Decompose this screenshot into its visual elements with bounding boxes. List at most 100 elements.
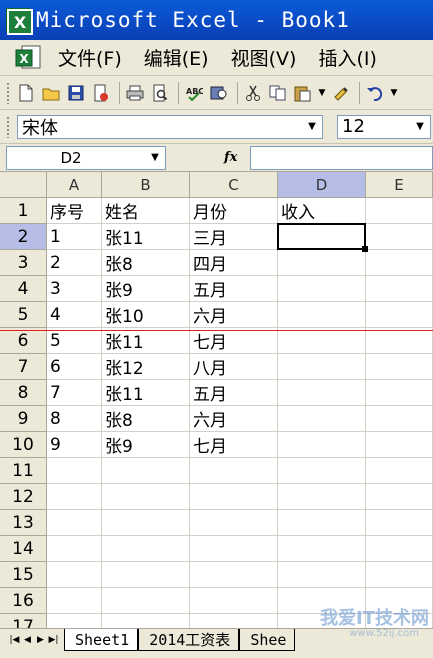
cell-b16[interactable] bbox=[102, 588, 190, 614]
row-header[interactable]: 15 bbox=[0, 562, 47, 588]
row-header[interactable]: 2 bbox=[0, 224, 47, 250]
cell-b14[interactable] bbox=[102, 536, 190, 562]
cell-d2[interactable] bbox=[278, 224, 366, 250]
print-preview-icon[interactable] bbox=[149, 82, 171, 104]
row-header[interactable]: 1 bbox=[0, 198, 47, 224]
format-painter-icon[interactable] bbox=[330, 82, 352, 104]
new-icon[interactable] bbox=[15, 82, 37, 104]
cell-c8[interactable]: 五月 bbox=[190, 380, 278, 406]
cell-d13[interactable] bbox=[278, 510, 366, 536]
toolbar-grip[interactable] bbox=[6, 81, 10, 104]
name-box[interactable]: D2 ▼ bbox=[6, 145, 166, 170]
cell-c17[interactable] bbox=[190, 614, 278, 628]
column-header-e[interactable]: E bbox=[366, 172, 433, 198]
cell-a12[interactable] bbox=[47, 484, 102, 510]
cell-e13[interactable] bbox=[366, 510, 433, 536]
cell-a10[interactable]: 9 bbox=[47, 432, 102, 458]
cell-a3[interactable]: 2 bbox=[47, 250, 102, 276]
cell-b6[interactable]: 张11 bbox=[102, 328, 190, 354]
prev-sheet-icon[interactable]: ◀ bbox=[21, 631, 34, 649]
cell-d5[interactable] bbox=[278, 302, 366, 328]
cell-e6[interactable] bbox=[366, 328, 433, 354]
cell-d7[interactable] bbox=[278, 354, 366, 380]
row-header[interactable]: 6 bbox=[0, 328, 47, 354]
cell-c10[interactable]: 七月 bbox=[190, 432, 278, 458]
cell-e11[interactable] bbox=[366, 458, 433, 484]
cell-e4[interactable] bbox=[366, 276, 433, 302]
cell-a6[interactable]: 5 bbox=[47, 328, 102, 354]
cell-b1[interactable]: 姓名 bbox=[102, 198, 190, 224]
cell-b12[interactable] bbox=[102, 484, 190, 510]
cell-e3[interactable] bbox=[366, 250, 433, 276]
cell-e14[interactable] bbox=[366, 536, 433, 562]
row-header[interactable]: 3 bbox=[0, 250, 47, 276]
cell-a11[interactable] bbox=[47, 458, 102, 484]
cell-c4[interactable]: 五月 bbox=[190, 276, 278, 302]
select-all-corner[interactable] bbox=[0, 172, 47, 198]
cell-a16[interactable] bbox=[47, 588, 102, 614]
cell-c9[interactable]: 六月 bbox=[190, 406, 278, 432]
cell-e7[interactable] bbox=[366, 354, 433, 380]
cut-icon[interactable] bbox=[242, 82, 264, 104]
menu-file[interactable]: 文件(F) bbox=[58, 44, 122, 71]
toolbar-grip[interactable] bbox=[6, 115, 10, 138]
cell-d9[interactable] bbox=[278, 406, 366, 432]
cell-d14[interactable] bbox=[278, 536, 366, 562]
cell-d6[interactable] bbox=[278, 328, 366, 354]
cell-b7[interactable]: 张12 bbox=[102, 354, 190, 380]
cell-e9[interactable] bbox=[366, 406, 433, 432]
open-icon[interactable] bbox=[40, 82, 62, 104]
row-header[interactable]: 12 bbox=[0, 484, 47, 510]
workbook-icon[interactable]: X bbox=[14, 44, 44, 72]
sheet-tab-partial[interactable]: Shee bbox=[239, 629, 296, 651]
cell-e1[interactable] bbox=[366, 198, 433, 224]
sheet-tab-sheet1[interactable]: Sheet1 bbox=[64, 629, 139, 651]
excel-app-icon[interactable] bbox=[6, 8, 33, 35]
cell-d15[interactable] bbox=[278, 562, 366, 588]
menu-edit[interactable]: 编辑(E) bbox=[144, 44, 209, 71]
cell-b4[interactable]: 张9 bbox=[102, 276, 190, 302]
cell-a1[interactable]: 序号 bbox=[47, 198, 102, 224]
row-header[interactable]: 16 bbox=[0, 588, 47, 614]
cell-e8[interactable] bbox=[366, 380, 433, 406]
cell-b5[interactable]: 张10 bbox=[102, 302, 190, 328]
row-header[interactable]: 8 bbox=[0, 380, 47, 406]
permission-icon[interactable] bbox=[90, 82, 112, 104]
paste-dropdown-icon[interactable]: ▼ bbox=[317, 82, 327, 104]
cell-a17[interactable] bbox=[47, 614, 102, 628]
cell-d4[interactable] bbox=[278, 276, 366, 302]
research-icon[interactable] bbox=[208, 82, 230, 104]
cell-a8[interactable]: 7 bbox=[47, 380, 102, 406]
row-header[interactable]: 4 bbox=[0, 276, 47, 302]
cell-d3[interactable] bbox=[278, 250, 366, 276]
cell-d8[interactable] bbox=[278, 380, 366, 406]
cell-e12[interactable] bbox=[366, 484, 433, 510]
undo-dropdown-icon[interactable]: ▼ bbox=[389, 82, 399, 104]
cell-c6[interactable]: 七月 bbox=[190, 328, 278, 354]
row-header[interactable]: 13 bbox=[0, 510, 47, 536]
menu-insert[interactable]: 插入(I) bbox=[318, 44, 376, 71]
cell-b3[interactable]: 张8 bbox=[102, 250, 190, 276]
save-icon[interactable] bbox=[65, 82, 87, 104]
font-size-select[interactable]: 12 ▼ bbox=[337, 114, 431, 139]
cell-b10[interactable]: 张9 bbox=[102, 432, 190, 458]
cell-c15[interactable] bbox=[190, 562, 278, 588]
next-sheet-icon[interactable]: ▶ bbox=[34, 631, 47, 649]
row-header[interactable]: 9 bbox=[0, 406, 47, 432]
chevron-down-icon[interactable]: ▼ bbox=[303, 117, 321, 137]
sheet-tab-2014-salary[interactable]: 2014工资表 bbox=[138, 629, 240, 651]
insert-function-icon[interactable]: fx bbox=[224, 150, 250, 165]
cell-c12[interactable] bbox=[190, 484, 278, 510]
menu-view[interactable]: 视图(V) bbox=[231, 44, 297, 71]
row-header[interactable]: 17 bbox=[0, 614, 47, 628]
cell-a9[interactable]: 8 bbox=[47, 406, 102, 432]
column-header-d[interactable]: D bbox=[278, 172, 366, 198]
cell-a2[interactable]: 1 bbox=[47, 224, 102, 250]
cell-b8[interactable]: 张11 bbox=[102, 380, 190, 406]
copy-icon[interactable] bbox=[267, 82, 289, 104]
print-icon[interactable] bbox=[124, 82, 146, 104]
cell-a4[interactable]: 3 bbox=[47, 276, 102, 302]
cell-c1[interactable]: 月份 bbox=[190, 198, 278, 224]
font-name-select[interactable]: 宋体 ▼ bbox=[17, 114, 323, 139]
cell-c16[interactable] bbox=[190, 588, 278, 614]
